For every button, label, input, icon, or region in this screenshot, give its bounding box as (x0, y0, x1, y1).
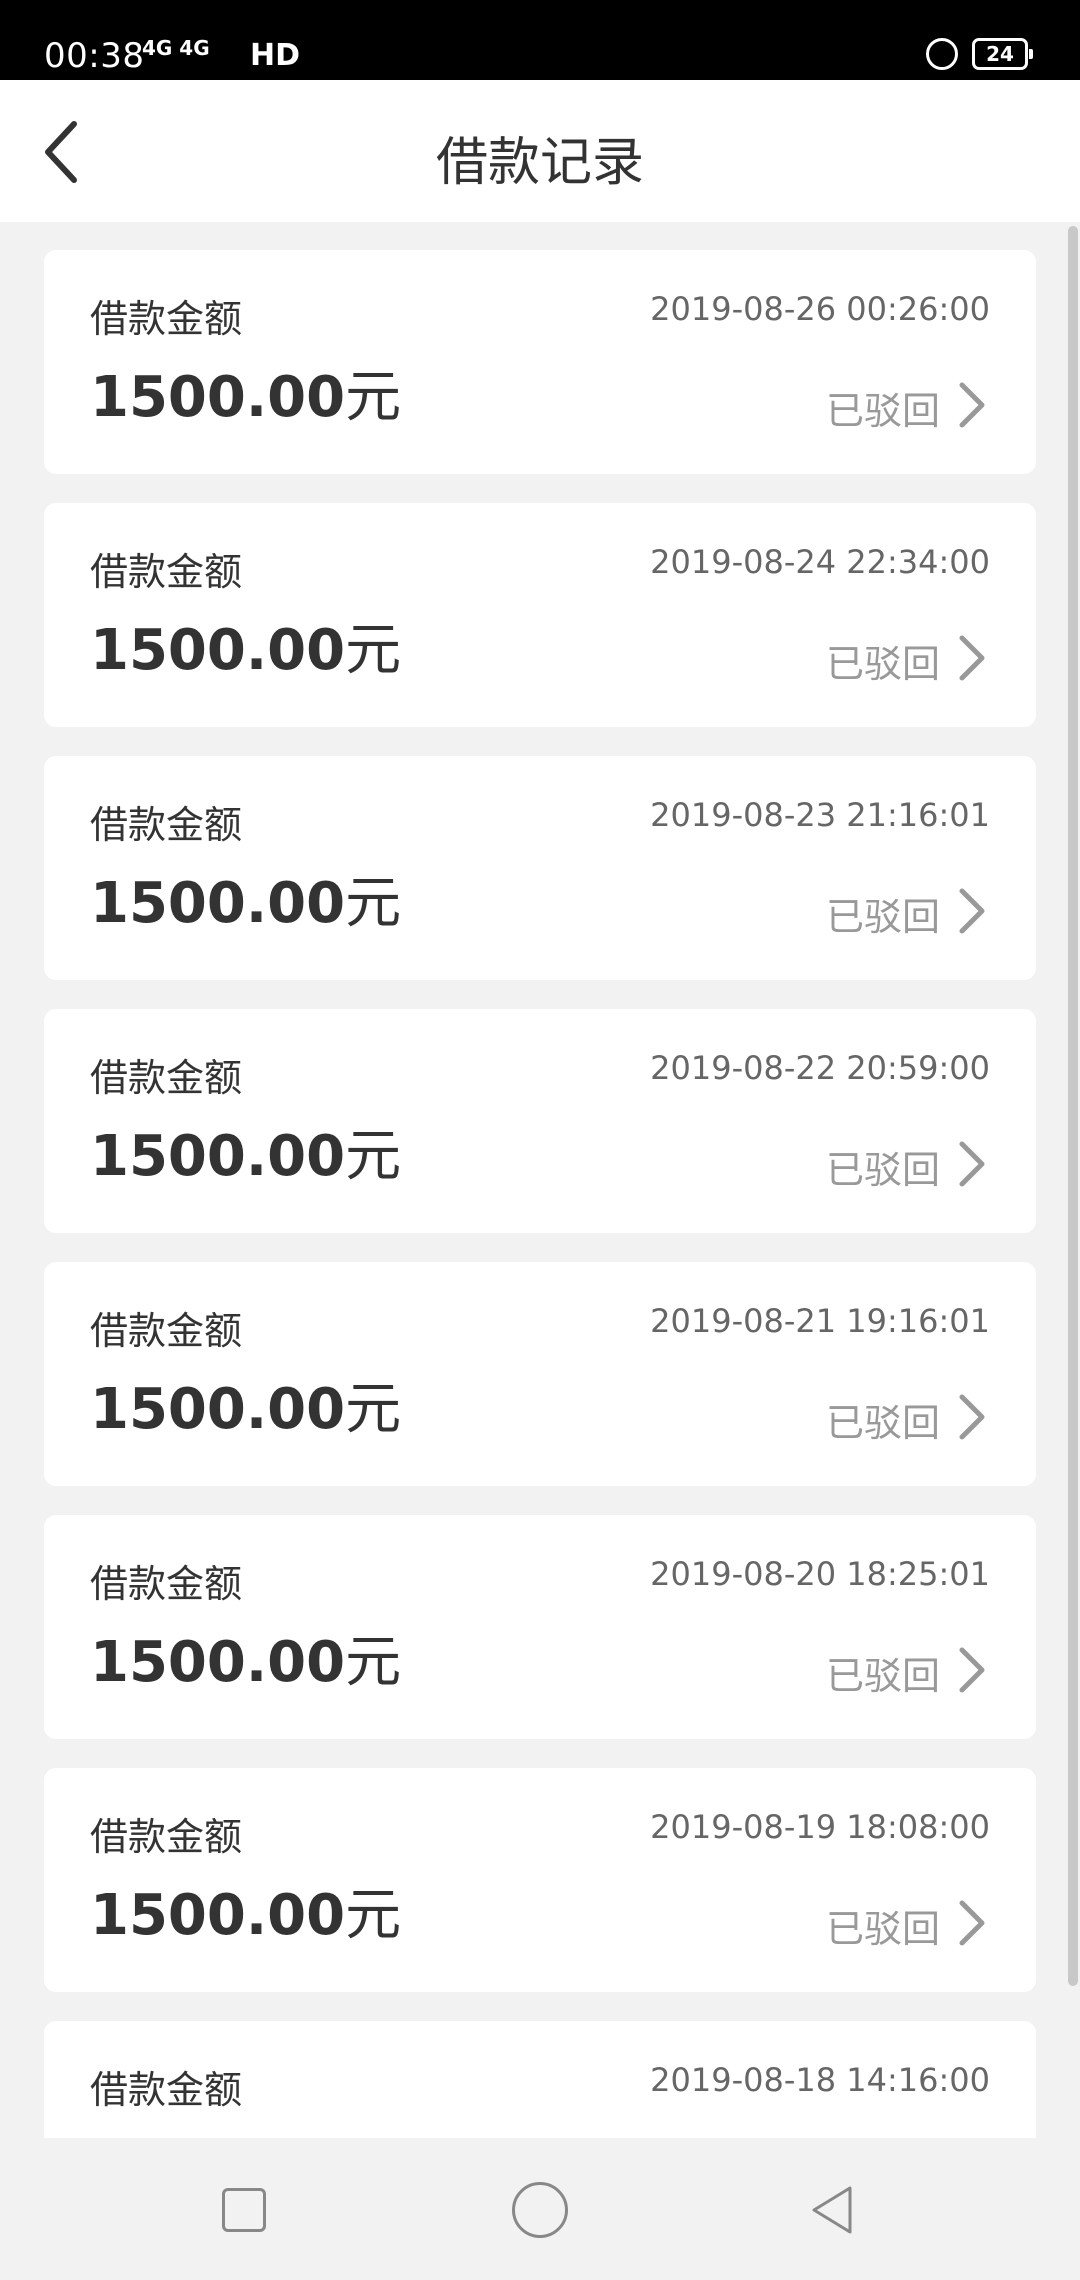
record-card[interactable]: 借款金额 2019-08-20 18:25:01 1500.00元 已驳回 (44, 1515, 1036, 1739)
record-label: 借款金额 (90, 1309, 243, 1353)
loan-record-list[interactable]: 借款金额 2019-08-26 00:26:00 1500.00元 已驳回 借款… (0, 222, 1080, 2138)
record-amount: 1500.00元 (90, 618, 402, 683)
record-status: 已驳回 (825, 1907, 940, 1951)
record-label: 借款金额 (90, 2068, 243, 2112)
chevron-right-icon (959, 888, 985, 934)
hd-icon: HD (250, 38, 301, 73)
status-bar: 00:38 4G 4G HD 24 (0, 0, 1080, 80)
record-label: 借款金额 (90, 1815, 243, 1859)
chevron-right-icon (959, 1394, 985, 1440)
record-status: 已驳回 (825, 389, 940, 433)
record-card[interactable]: 借款金额 2019-08-19 18:08:00 1500.00元 已驳回 (44, 1768, 1036, 1992)
record-status: 已驳回 (825, 1654, 940, 1698)
scrollbar[interactable] (1068, 226, 1078, 1986)
record-date: 2019-08-20 18:25:01 (650, 1555, 990, 1593)
record-date: 2019-08-24 22:34:00 (650, 543, 990, 581)
chevron-right-icon (959, 1647, 985, 1693)
record-date: 2019-08-23 21:16:01 (650, 796, 990, 834)
chevron-right-icon (959, 635, 985, 681)
record-date: 2019-08-21 19:16:01 (650, 1302, 990, 1340)
record-unit: 元 (345, 1883, 402, 1948)
record-unit: 元 (345, 618, 402, 683)
record-label: 借款金额 (90, 1056, 243, 1100)
record-status: 已驳回 (825, 895, 940, 939)
record-status: 已驳回 (825, 1148, 940, 1192)
status-time: 00:38 (44, 36, 145, 76)
chevron-right-icon (959, 382, 985, 428)
square-icon[interactable] (222, 2188, 266, 2232)
triangle-back-icon[interactable] (806, 2182, 862, 2238)
record-label: 借款金额 (90, 1562, 243, 1606)
record-status: 已驳回 (825, 642, 940, 686)
record-date: 2019-08-22 20:59:00 (650, 1049, 990, 1087)
record-amount: 1500.00元 (90, 365, 402, 430)
record-label: 借款金额 (90, 550, 243, 594)
record-unit: 元 (345, 871, 402, 936)
record-card[interactable]: 借款金额 2019-08-26 00:26:00 1500.00元 已驳回 (44, 250, 1036, 474)
record-amount: 1500.00元 (90, 1377, 402, 1442)
header: 借款记录 (0, 80, 1080, 222)
chevron-right-icon (959, 1900, 985, 1946)
record-unit: 元 (345, 1377, 402, 1442)
record-card[interactable]: 借款金额 2019-08-24 22:34:00 1500.00元 已驳回 (44, 503, 1036, 727)
record-label: 借款金额 (90, 297, 243, 341)
signal-icon: 4G 4G (142, 36, 210, 60)
record-unit: 元 (345, 1630, 402, 1695)
record-card[interactable]: 借款金额 2019-08-23 21:16:01 1500.00元 已驳回 (44, 756, 1036, 980)
chevron-right-icon (959, 1141, 985, 1187)
record-card[interactable]: 借款金额 2019-08-22 20:59:00 1500.00元 已驳回 (44, 1009, 1036, 1233)
record-status: 已驳回 (825, 1401, 940, 1445)
rotation-lock-icon (926, 38, 958, 70)
circle-icon[interactable] (512, 2182, 568, 2238)
record-amount: 1500.00元 (90, 1124, 402, 1189)
battery-icon: 24 (972, 38, 1033, 70)
record-label: 借款金额 (90, 803, 243, 847)
record-date: 2019-08-26 00:26:00 (650, 290, 990, 328)
record-unit: 元 (345, 365, 402, 430)
record-amount: 1500.00元 (90, 871, 402, 936)
record-card[interactable]: 借款金额 2019-08-21 19:16:01 1500.00元 已驳回 (44, 1262, 1036, 1486)
record-unit: 元 (345, 1124, 402, 1189)
record-amount: 1500.00元 (90, 1630, 402, 1695)
record-card[interactable]: 借款金额 2019-08-18 14:16:00 (44, 2021, 1036, 2138)
page-title: 借款记录 (435, 133, 644, 193)
system-nav-bar (0, 2138, 1080, 2280)
record-date: 2019-08-18 14:16:00 (650, 2061, 990, 2099)
record-amount: 1500.00元 (90, 1883, 402, 1948)
record-date: 2019-08-19 18:08:00 (650, 1808, 990, 1846)
